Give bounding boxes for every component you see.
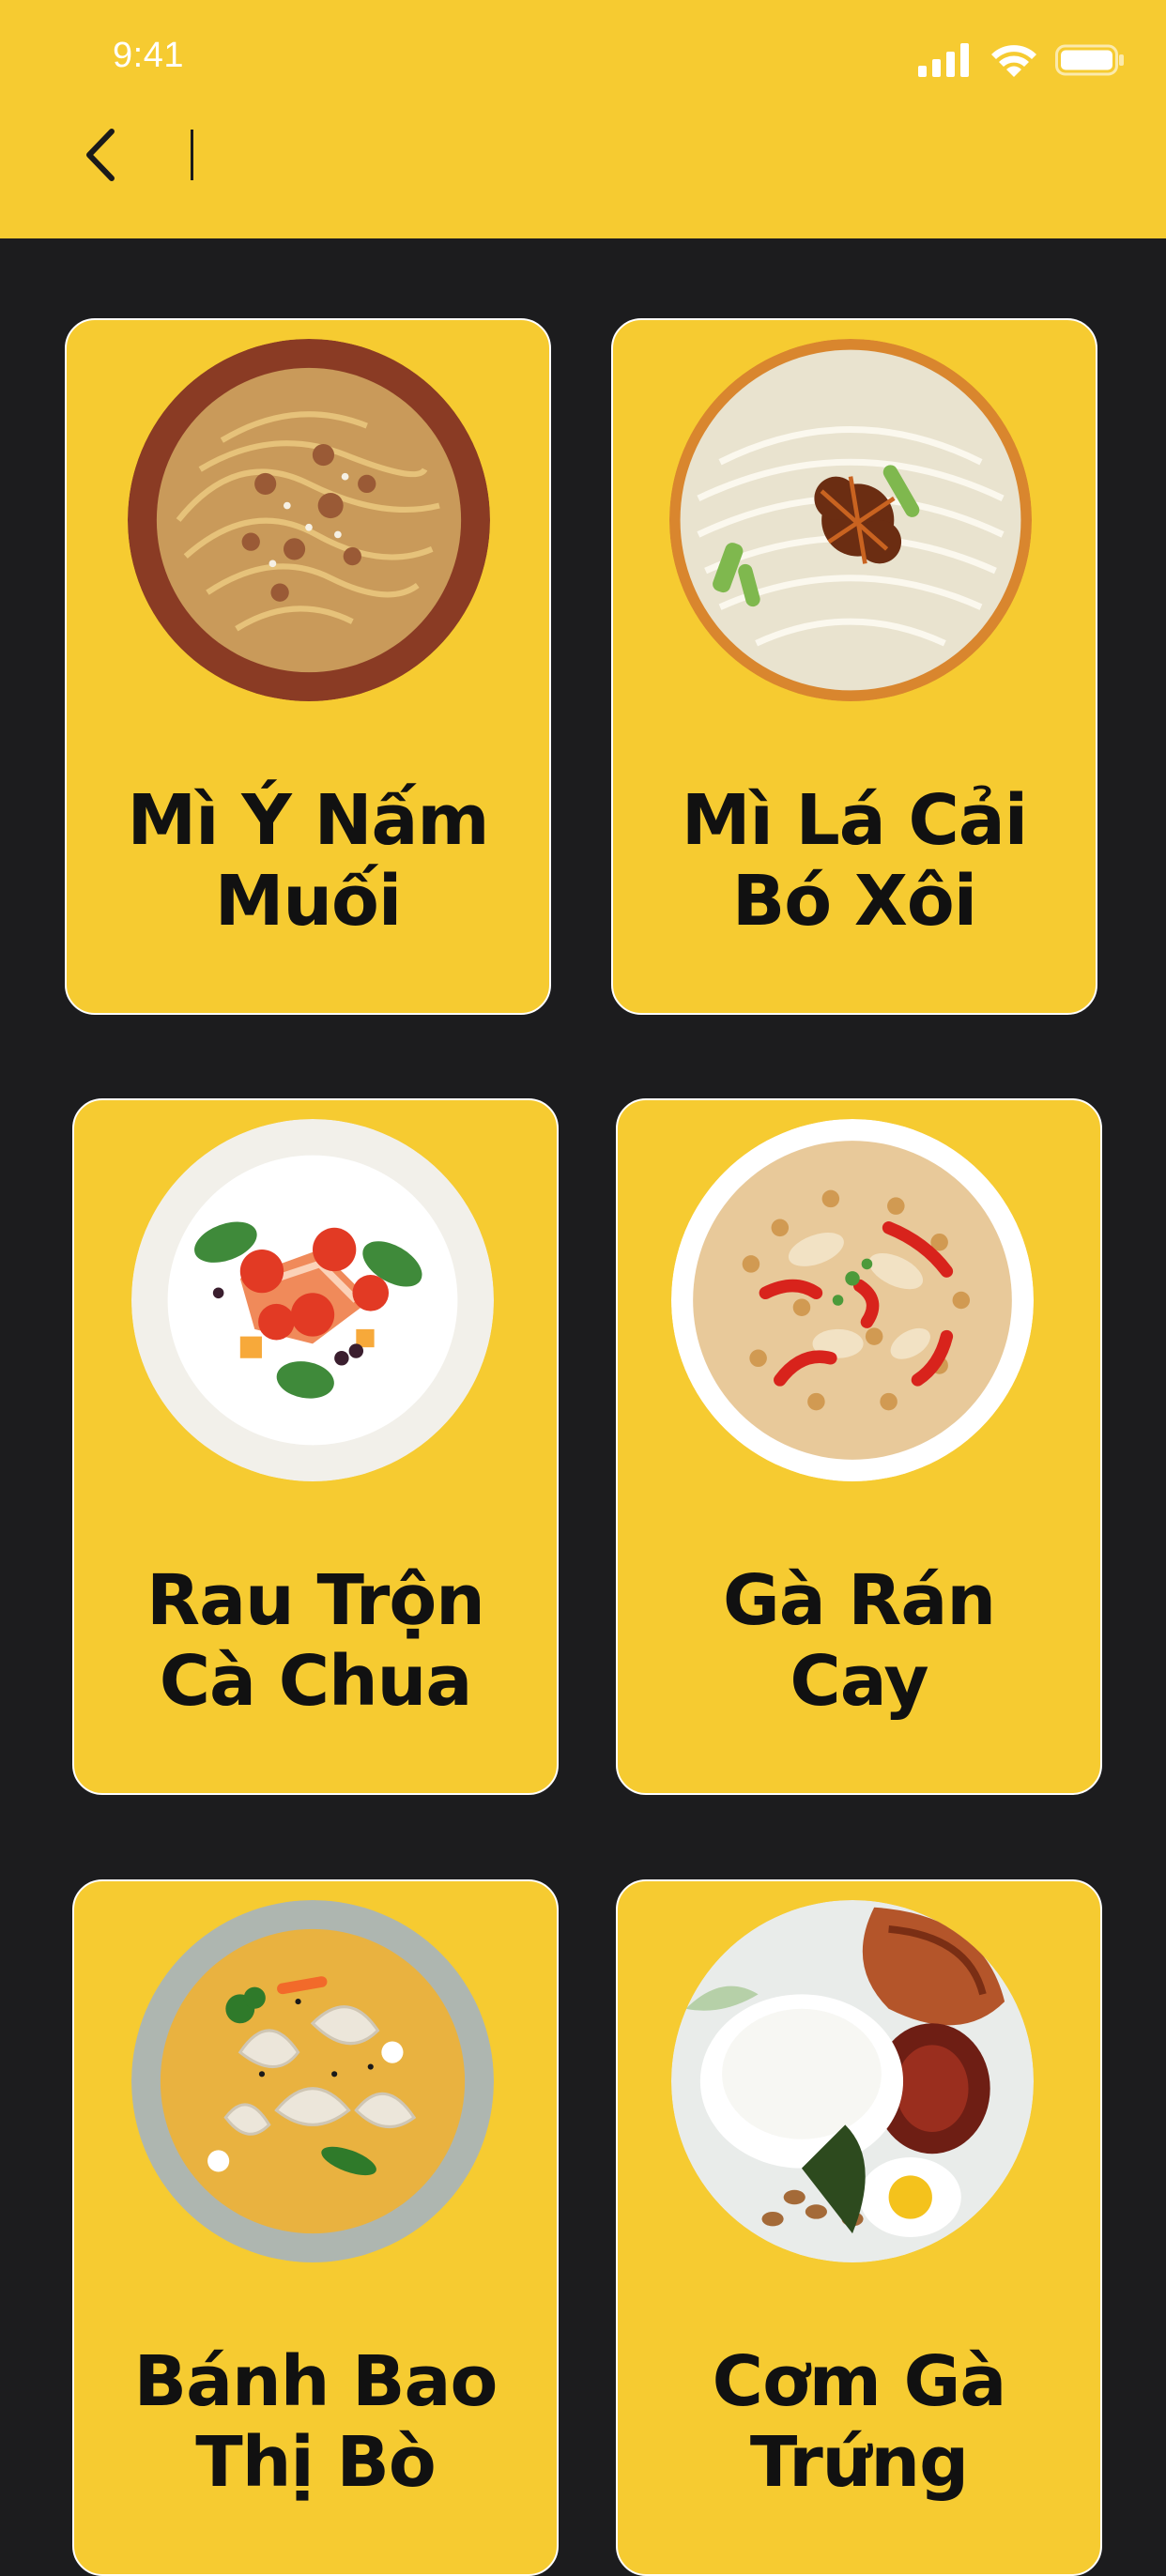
text-cursor — [191, 130, 193, 180]
status-icons — [918, 43, 1125, 81]
dish-name: Cơm Gà Trứng — [712, 2341, 1007, 2503]
dish-name: Mì Ý Nấm Muối — [127, 780, 489, 942]
dish-name: Bánh Bao Thị Bò — [133, 2341, 499, 2503]
battery-icon — [1055, 44, 1124, 76]
dish-image — [131, 1900, 494, 2262]
dish-name: Gà Rán Cay — [722, 1560, 996, 1722]
dish-card[interactable]: Gà Rán Cay — [616, 1098, 1102, 1795]
dish-name: Rau Trộn Cà Chua — [146, 1560, 485, 1722]
dish-card[interactable]: Mì Lá Cải Bó Xôi — [611, 318, 1097, 1015]
dish-image — [669, 339, 1032, 701]
signal-icon — [918, 43, 969, 77]
dish-image — [671, 1119, 1034, 1481]
top-bar: 9:41 — [0, 0, 1166, 238]
back-button[interactable] — [77, 122, 124, 188]
chevron-left-icon — [86, 129, 115, 181]
status-time: 9:41 — [113, 36, 184, 75]
dish-name: Mì Lá Cải Bó Xôi — [681, 780, 1028, 942]
dish-image — [671, 1900, 1034, 2262]
dish-image — [131, 1119, 494, 1481]
dish-image — [128, 339, 490, 701]
dish-card[interactable]: Cơm Gà Trứng — [616, 1879, 1102, 2576]
dish-card[interactable]: Rau Trộn Cà Chua — [72, 1098, 559, 1795]
dish-card[interactable]: Mì Ý Nấm Muối — [65, 318, 551, 1015]
dish-card[interactable]: Bánh Bao Thị Bò — [72, 1879, 559, 2576]
wifi-icon — [991, 45, 1036, 77]
